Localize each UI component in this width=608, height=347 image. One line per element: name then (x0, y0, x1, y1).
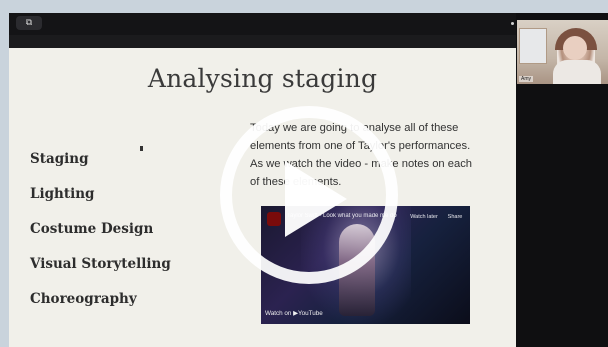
slide-title: Analysing staging (147, 64, 378, 93)
topic-lighting: Lighting (30, 186, 95, 202)
meeting-toolbar: ⧉ (9, 13, 516, 35)
participant-body (553, 60, 601, 84)
mouse-cursor-icon (140, 146, 143, 151)
share-button[interactable]: Share (444, 214, 466, 220)
participant-video-tile[interactable]: Amy (517, 20, 608, 84)
background-window (519, 28, 547, 64)
topic-visual-storytelling: Visual Storytelling (30, 256, 171, 272)
slide-top-band (9, 35, 516, 48)
participant-face (563, 36, 587, 60)
window-indicator-dot (511, 22, 514, 25)
play-icon[interactable] (285, 161, 347, 237)
watch-on-youtube-link[interactable]: Watch on ▶YouTube (265, 310, 323, 317)
topic-choreography: Choreography (30, 291, 137, 307)
topic-costume-design: Costume Design (30, 221, 154, 237)
topic-staging: Staging (30, 151, 89, 167)
screen-share-icon[interactable]: ⧉ (16, 16, 42, 30)
participant-name: Amy (519, 76, 533, 82)
watch-later-button[interactable]: Watch later (407, 214, 441, 220)
